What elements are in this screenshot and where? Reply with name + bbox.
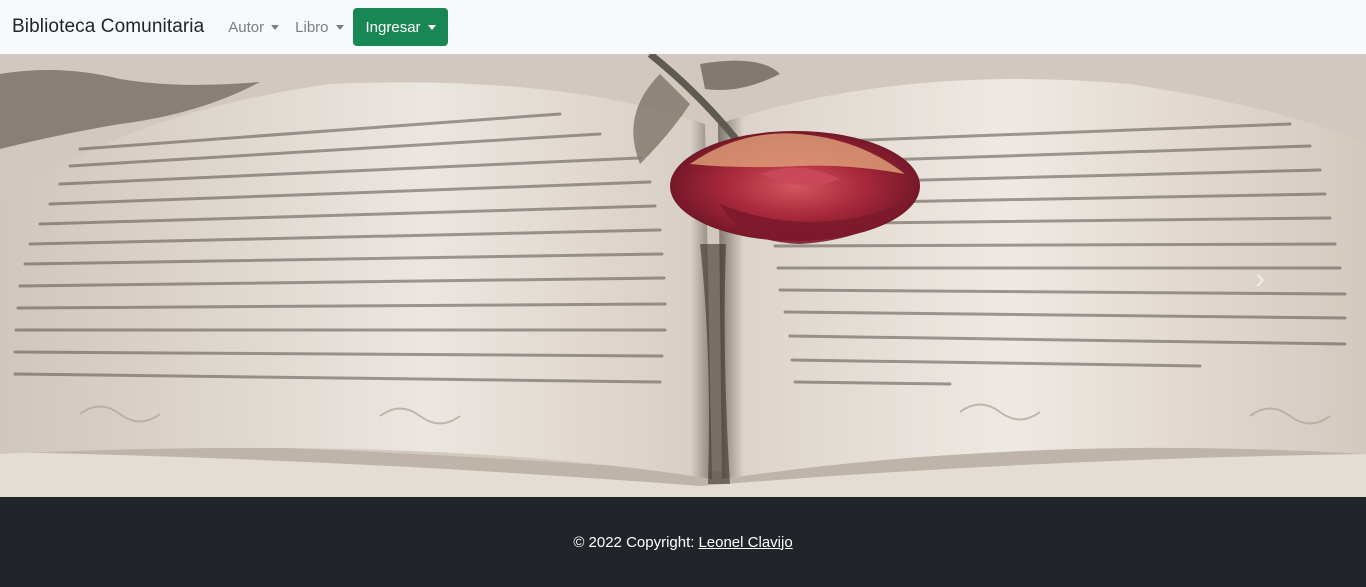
caret-down-icon (271, 24, 280, 30)
page-footer: © 2022 Copyright: Leonel Clavijo (0, 497, 1366, 587)
caret-down-icon (335, 24, 344, 30)
copyright-text: © 2022 Copyright: (573, 533, 695, 551)
nav-dropdown-autor-label: Autor (228, 18, 265, 36)
nav-dropdown-libro[interactable]: Libro (287, 8, 351, 46)
top-navbar: Biblioteca Comunitaria Autor Libro Ingre… (0, 0, 1366, 54)
hero-carousel: › (0, 54, 1366, 497)
open-book-rose-image (0, 54, 1366, 497)
chevron-right-icon: › (1255, 262, 1265, 295)
brand-link[interactable]: Biblioteca Comunitaria (12, 16, 204, 38)
login-dropdown-button[interactable]: Ingresar (352, 8, 448, 46)
nav-dropdown-libro-label: Libro (295, 18, 329, 36)
nav-dropdown-autor[interactable]: Autor (220, 8, 287, 46)
caret-down-icon (427, 24, 436, 30)
carousel-next-control[interactable]: › (1250, 259, 1270, 299)
author-link[interactable]: Leonel Clavijo (698, 534, 792, 551)
login-button-label: Ingresar (365, 18, 421, 36)
